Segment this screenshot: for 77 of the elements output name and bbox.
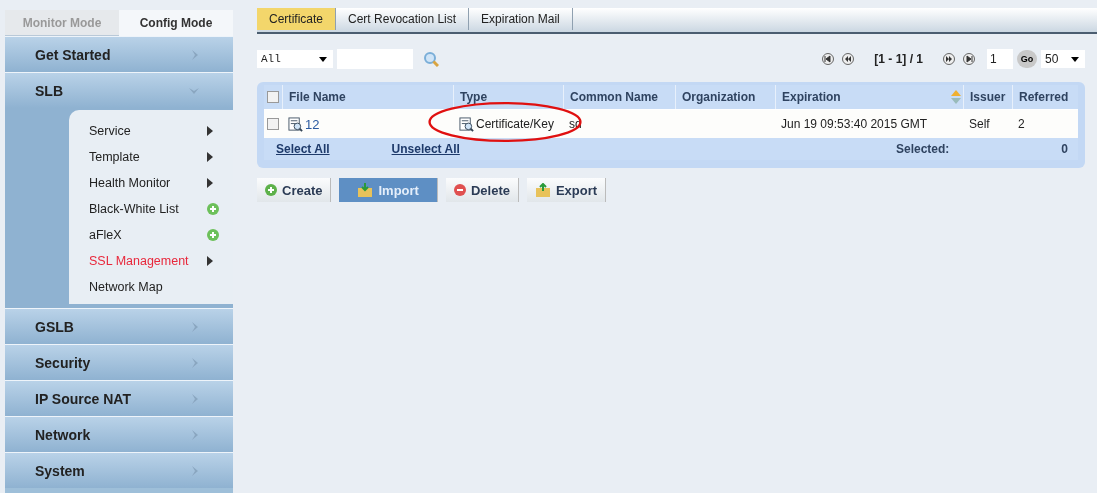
triangle-right-icon — [207, 178, 213, 188]
select-all-link[interactable]: Select All — [276, 142, 330, 156]
next-page-icon[interactable] — [943, 53, 955, 65]
chevron-right-icon — [191, 49, 199, 60]
column-header[interactable]: Common Name — [570, 90, 658, 104]
submenu-item[interactable]: SSL Management — [89, 254, 201, 268]
sidebar-section[interactable]: Get Started — [5, 36, 233, 72]
section-label: Network — [35, 426, 91, 443]
table-cell: Jun 19 09:53:40 2015 GMT — [781, 117, 928, 131]
last-page-icon[interactable] — [963, 53, 975, 65]
submenu-item[interactable]: Service — [89, 124, 201, 138]
column-header[interactable]: Issuer — [970, 90, 1006, 104]
section-label: SLB — [35, 82, 63, 99]
column-header[interactable]: Referred — [1019, 90, 1069, 104]
certificate-icon — [459, 116, 474, 132]
chevron-right-icon — [191, 357, 199, 368]
table-cell: Self — [969, 117, 990, 131]
column-header[interactable]: Type — [460, 90, 488, 104]
unselect-all-link[interactable]: Unselect All — [391, 142, 460, 156]
submenu-item[interactable]: aFleX — [89, 228, 201, 242]
file-link[interactable]: 12 — [305, 116, 320, 132]
section-label: GSLB — [35, 318, 74, 335]
sidebar-section[interactable]: Security — [5, 344, 233, 380]
chevron-right-icon — [191, 321, 199, 332]
export-button[interactable]: Export — [526, 178, 607, 202]
checkbox[interactable] — [267, 118, 279, 130]
go-button[interactable]: Go — [1017, 50, 1037, 68]
chevron-right-icon — [191, 465, 199, 476]
sidebar-section[interactable]: GSLB — [5, 308, 233, 344]
folder-arrow-icon — [534, 183, 551, 197]
column-header[interactable]: Organization — [682, 90, 756, 104]
section-label: Security — [35, 354, 91, 371]
section-label: IP Source NAT — [35, 390, 131, 407]
section-label: Get Started — [35, 46, 111, 63]
selected-count: 0 — [1060, 142, 1068, 156]
table-cell: Certificate/Key — [476, 117, 555, 131]
minus-icon — [453, 184, 466, 196]
previous-page-icon[interactable] — [842, 53, 855, 65]
chevron-down-icon — [189, 86, 199, 95]
plus-icon — [265, 184, 277, 196]
selected-label: Selected: — [895, 142, 950, 156]
submenu-item[interactable]: Network Map — [89, 280, 201, 294]
filter-dropdown[interactable]: All — [257, 50, 333, 68]
chevron-right-icon — [191, 429, 199, 440]
plus-icon[interactable] — [207, 203, 219, 215]
plus-icon[interactable] — [207, 229, 219, 241]
table-cell: 2 — [1018, 117, 1025, 131]
checkbox[interactable] — [267, 91, 279, 103]
page-field[interactable]: 1 — [987, 49, 1013, 69]
triangle-right-icon — [207, 152, 213, 162]
submenu-item[interactable]: Template — [89, 150, 201, 164]
chevron-right-icon — [191, 393, 199, 404]
folder-arrow-icon — [357, 183, 374, 197]
create-button[interactable]: Create — [257, 178, 332, 202]
page-size-dropdown[interactable]: 50 — [1041, 50, 1085, 68]
dropdown-arrow-icon — [1071, 56, 1079, 62]
triangle-right-icon — [207, 256, 213, 266]
dropdown-arrow-icon — [319, 56, 327, 62]
column-header[interactable]: File Name — [289, 90, 346, 104]
sidebar-section[interactable]: SLB — [5, 72, 233, 108]
page-range: [1 - 1] / 1 — [874, 52, 923, 66]
first-page-icon[interactable] — [822, 53, 835, 65]
sidebar-section[interactable]: IP Source NAT — [5, 380, 233, 416]
certificate-icon — [288, 116, 303, 132]
sidebar-section[interactable]: System — [5, 452, 233, 488]
submenu-item[interactable]: Black-White List — [89, 202, 201, 216]
submenu-item[interactable]: Health Monitor — [89, 176, 201, 190]
tab[interactable]: Expiration Mail — [469, 8, 573, 30]
sort-icon[interactable] — [951, 90, 961, 104]
tab[interactable]: Certificate — [257, 8, 337, 30]
delete-button[interactable]: Delete — [445, 178, 519, 202]
column-header[interactable]: Expiration — [782, 90, 841, 104]
triangle-right-icon — [207, 126, 213, 136]
search-icon[interactable] — [423, 51, 439, 67]
sidebar-section[interactable]: Network — [5, 416, 233, 452]
tab[interactable]: Cert Revocation List — [336, 8, 470, 30]
section-label: System — [35, 462, 85, 479]
